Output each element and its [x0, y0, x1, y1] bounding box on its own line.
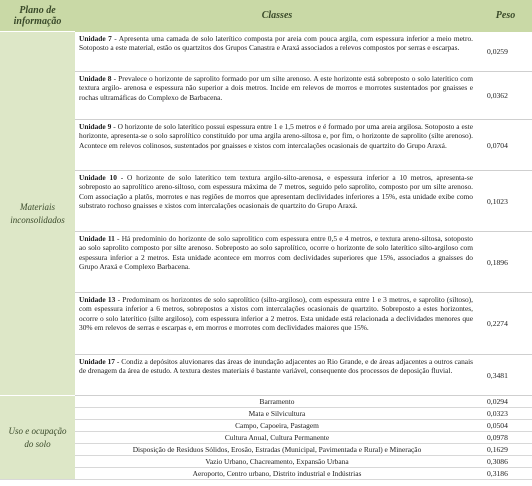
header-plano-line2: informação [13, 15, 62, 27]
class-description: Unidade 11 - Há predomínio do horizonte … [75, 231, 479, 293]
land-use-class: Barramento [75, 395, 479, 408]
header-peso: Peso [479, 0, 532, 32]
table-row: Unidade 10 - O horizonte de solo laterít… [0, 170, 532, 232]
land-use-class: Mata e Silvicultura [75, 407, 479, 420]
weight-value: 0,3481 [479, 354, 532, 396]
table-row: Materiais inconsolidados Unidade 7 - Apr… [0, 31, 532, 396]
weight-value: 0,1023 [479, 170, 532, 232]
land-use-class: Campo, Capoeira, Pastagem [75, 419, 479, 432]
table-row: Campo, Capoeira, Pastagem 0,0504 [0, 419, 532, 432]
unit-title: Unidade 9 [79, 122, 112, 131]
group-materiais-inconsolidados: Materiais inconsolidados [0, 31, 75, 396]
class-description: Unidade 17 - Condiz a depósitos aluviona… [75, 354, 479, 396]
header-plano-line1: Plano de [19, 4, 56, 16]
weight-value: 0,0704 [479, 119, 532, 171]
class-description: Unidade 7 - Apresenta uma camada de solo… [75, 31, 479, 72]
classes-weight-table: Plano de informação Classes Peso Materia… [0, 0, 532, 480]
unit-title: Unidade 11 [79, 234, 115, 243]
class-description: Unidade 13 - Predominam os horizontes de… [75, 292, 479, 355]
unit-title: Unidade 8 [79, 74, 112, 83]
unit-text: - Apresenta uma camada de solo laterític… [79, 33, 473, 52]
unit-title: Unidade 10 [79, 173, 117, 182]
class-description: Unidade 10 - O horizonte de solo laterít… [75, 170, 479, 232]
unit-text: - O horizonte de solo laterítico tem tex… [79, 173, 474, 210]
weight-value: 0,0323 [479, 407, 532, 420]
weight-value: 0,2274 [479, 292, 532, 355]
unit-title: Unidade 7 [79, 33, 112, 43]
table-row: Mata e Silvicultura 0,0323 [0, 407, 532, 420]
class-description: Unidade 9 - O horizonte de solo lateríti… [75, 119, 479, 171]
group-materiais-line1: Materiais [20, 201, 55, 212]
table-row: Unidade 13 - Predominam os horizontes de… [0, 292, 532, 355]
weight-value: 0,1629 [479, 443, 532, 456]
table-row: Aeroporto, Centro urbano, Distrito indus… [0, 467, 532, 480]
weight-value: 0,0362 [479, 71, 532, 120]
weight-value: 0,0978 [479, 431, 532, 444]
unit-title: Unidade 17 [79, 357, 115, 366]
weight-value: 0,3086 [479, 455, 532, 468]
table-row: Vazio Urbano, Chacreamento, Expansão Urb… [0, 455, 532, 468]
table-row: Disposição de Resíduos Sólidos, Erosão, … [0, 443, 532, 456]
header-plano-de-informacao: Plano de informação [0, 0, 75, 32]
weight-value: 0,0259 [479, 31, 532, 72]
unit-text: - O horizonte de solo laterítico possui … [79, 122, 473, 150]
weight-value: 0,1896 [479, 231, 532, 293]
land-use-class: Disposição de Resíduos Sólidos, Erosão, … [75, 443, 479, 456]
class-description: Unidade 8 - Prevalece o horizonte de sap… [75, 71, 479, 120]
unit-text: - Prevalece o horizonte de saprolito for… [79, 74, 473, 102]
table-row: Cultura Anual, Cultura Permanente 0,0978 [0, 431, 532, 444]
land-use-class: Vazio Urbano, Chacreamento, Expansão Urb… [75, 455, 479, 468]
table-row: Uso e ocupação do solo Barramento 0,0294 [0, 395, 532, 480]
header-classes: Classes [75, 0, 479, 32]
table-row: Unidade 9 - O horizonte de solo lateríti… [0, 119, 532, 171]
table-header-row: Plano de informação Classes Peso [0, 0, 532, 32]
group-uso-line1: Uso e ocupação [8, 425, 67, 436]
weight-value: 0,3186 [479, 467, 532, 480]
unit-text: - Condiz a depósitos aluvionares das áre… [79, 357, 473, 376]
group-materiais-line2: inconsolidados [10, 214, 65, 225]
unit-text: - Há predomínio do horizonte de solo sap… [79, 234, 474, 271]
land-use-class: Cultura Anual, Cultura Permanente [75, 431, 479, 444]
weight-value: 0,0294 [479, 395, 532, 408]
table-row: Unidade 8 - Prevalece o horizonte de sap… [0, 71, 532, 120]
table-row: Unidade 17 - Condiz a depósitos aluviona… [0, 354, 532, 396]
land-use-class: Aeroporto, Centro urbano, Distrito indus… [75, 467, 479, 480]
group-uso-line2: do solo [24, 438, 51, 449]
unit-title: Unidade 13 [79, 295, 116, 304]
unit-text: - Predominam os horizontes de solo sapro… [79, 295, 473, 332]
group-uso-e-ocupacao: Uso e ocupação do solo [0, 395, 75, 480]
table-row: Unidade 11 - Há predomínio do horizonte … [0, 231, 532, 293]
weight-value: 0,0504 [479, 419, 532, 432]
